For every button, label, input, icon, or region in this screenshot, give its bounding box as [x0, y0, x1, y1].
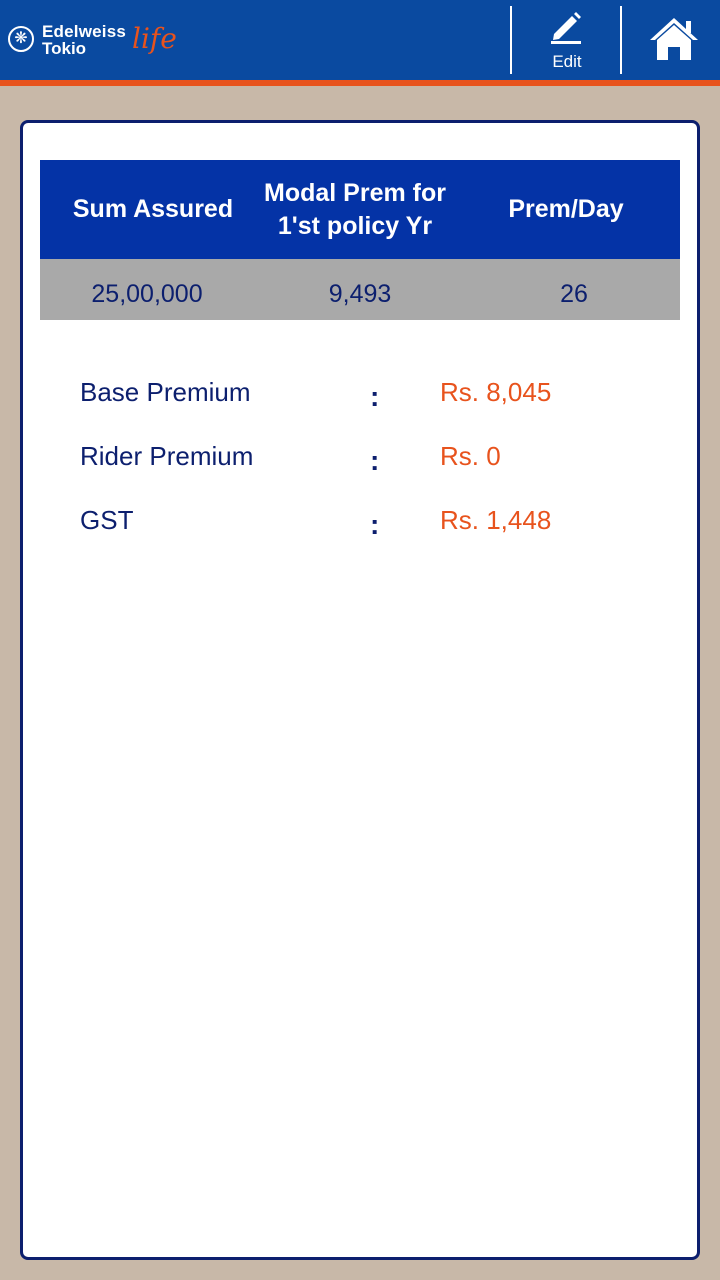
detail-separator: :	[370, 381, 380, 412]
brand-logo: ❋ Edelweiss Tokio life	[6, 18, 177, 62]
header-accent-stripe	[0, 80, 720, 86]
table-cell: 25,00,000	[91, 280, 203, 308]
summary-table-row: 25,00,000 9,493 26	[40, 259, 680, 320]
header-divider	[510, 6, 512, 74]
home-button[interactable]	[624, 0, 720, 80]
detail-label: GST	[80, 505, 134, 535]
edit-button[interactable]: Edit	[514, 0, 620, 80]
edit-label: Edit	[552, 52, 582, 71]
table-cell: 9,493	[328, 280, 392, 308]
logo-script-text: life	[132, 22, 177, 55]
table-cell: 26	[560, 280, 588, 308]
detail-separator: :	[370, 445, 380, 476]
detail-label: Rider Premium	[80, 441, 254, 471]
detail-value: Rs. 1,448	[440, 505, 552, 535]
column-header: Sum Assured	[72, 195, 234, 223]
column-header: Prem/Day	[508, 195, 624, 223]
logo-emblem-icon: ❋	[8, 26, 34, 52]
detail-row-gst: GST : Rs. 1,448	[80, 505, 640, 545]
summary-table-header: Sum Assured Modal Prem for 1'st policy Y…	[40, 160, 680, 259]
premium-summary-card: Sum Assured Modal Prem for 1'st policy Y…	[20, 120, 700, 1260]
detail-row-rider-premium: Rider Premium : Rs. 0	[80, 441, 640, 481]
pencil-icon	[551, 12, 581, 44]
logo-text-line2: Tokio	[42, 39, 87, 58]
detail-value: Rs. 0	[440, 441, 501, 471]
header-divider	[620, 6, 622, 74]
home-icon	[650, 18, 698, 60]
column-header: Modal Prem for 1'st policy Yr	[264, 178, 446, 240]
detail-value: Rs. 8,045	[440, 377, 552, 407]
app-header: ❋ Edelweiss Tokio life Edit	[0, 0, 720, 80]
detail-separator: :	[370, 509, 380, 540]
detail-label: Base Premium	[80, 377, 251, 407]
detail-row-base-premium: Base Premium : Rs. 8,045	[80, 377, 640, 417]
